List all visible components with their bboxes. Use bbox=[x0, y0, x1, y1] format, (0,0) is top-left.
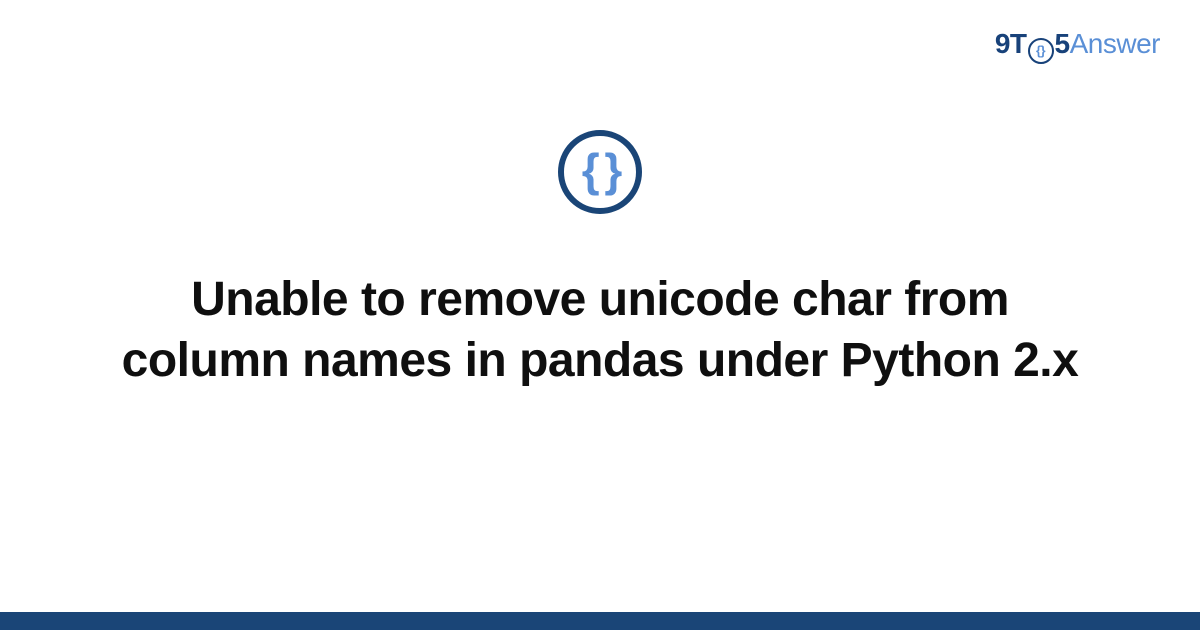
main-content: { } Unable to remove unicode char from c… bbox=[0, 130, 1200, 392]
site-logo[interactable]: 9T{}5Answer bbox=[995, 28, 1160, 62]
logo-o-icon: {} bbox=[1028, 36, 1054, 62]
category-code-icon: { } bbox=[558, 130, 642, 214]
logo-part-5: 5 bbox=[1055, 28, 1070, 59]
footer-bar bbox=[0, 612, 1200, 630]
question-title: Unable to remove unicode char from colum… bbox=[110, 269, 1090, 392]
logo-part-answer: Answer bbox=[1070, 28, 1160, 59]
logo-part-9t: 9T bbox=[995, 28, 1027, 59]
braces-icon: { } bbox=[582, 147, 619, 193]
